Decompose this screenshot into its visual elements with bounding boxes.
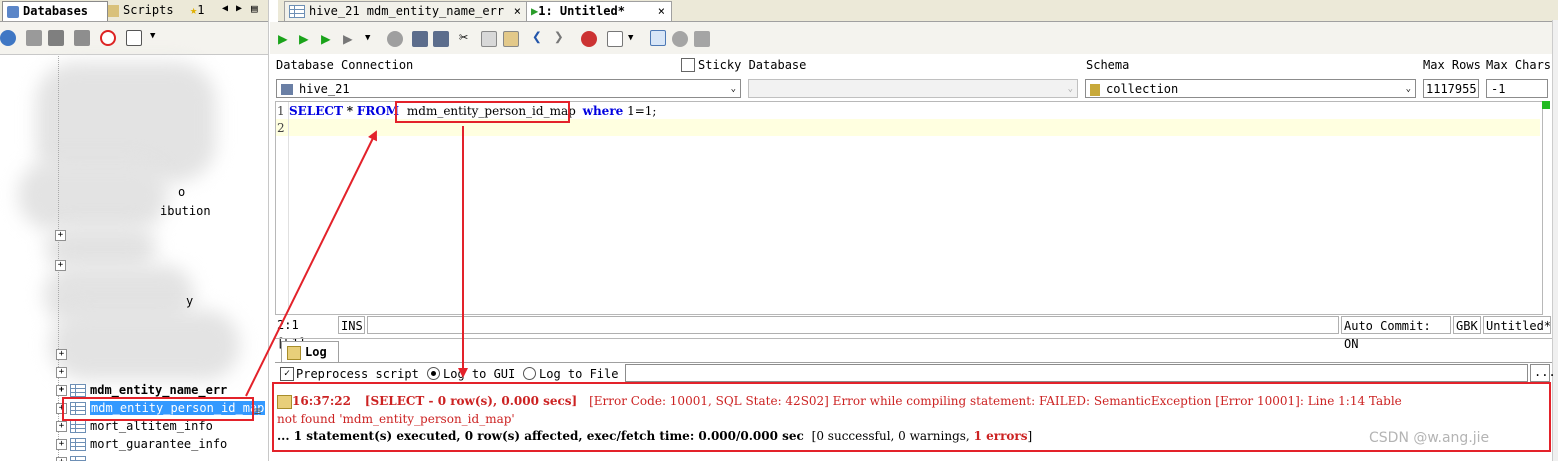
annotation-arrows [245,126,468,397]
arrow-tree-to-sql [245,130,377,397]
